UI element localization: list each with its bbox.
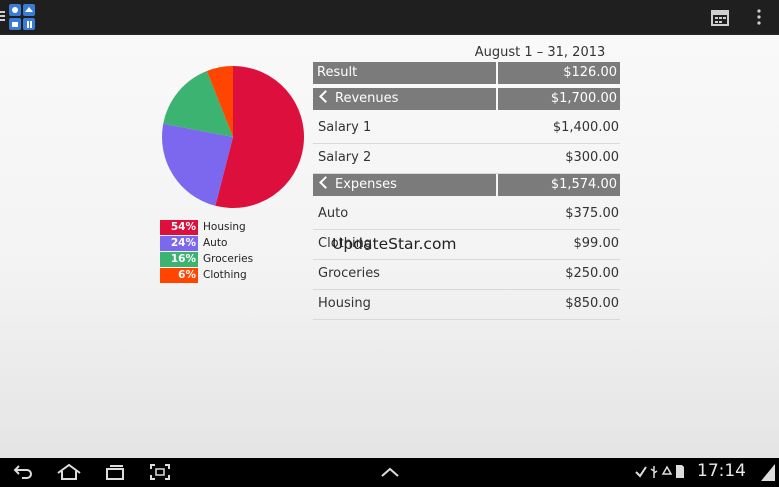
revenue-row[interactable]: Salary 2 $300.00 (313, 144, 620, 174)
chevron-left-icon (319, 90, 332, 103)
legend-item-auto: 24% Auto (160, 235, 253, 251)
recent-apps-icon[interactable] (104, 463, 126, 481)
recycle-icon (661, 465, 673, 475)
legend-label: Groceries (203, 253, 254, 265)
row-label: Housing (318, 296, 371, 311)
watermark: UpdateStar.com (332, 235, 457, 253)
clock: 17:14 (697, 461, 746, 481)
home-icon[interactable] (56, 463, 82, 481)
row-label: Salary 2 (318, 150, 372, 165)
expenses-label: Expenses (335, 177, 397, 192)
legend-item-groceries: 16% Groceries (160, 251, 253, 267)
calendar-icon[interactable] (711, 8, 729, 26)
chevron-left-icon (319, 176, 332, 189)
report-table: Result $126.00 Revenues $1,700.00 Salary… (313, 62, 620, 320)
app-icon[interactable] (8, 3, 36, 31)
row-value: $1,400.00 (552, 120, 619, 135)
row-label: Groceries (318, 266, 380, 281)
row-value: $850.00 (565, 296, 619, 311)
legend-label: Clothing (203, 269, 247, 281)
row-value: $250.00 (565, 266, 619, 281)
row-value: $300.00 (565, 150, 619, 165)
legend-label: Auto (203, 237, 228, 249)
overflow-menu-icon[interactable] (752, 8, 766, 26)
revenues-label: Revenues (335, 91, 399, 106)
expenses-total: $1,574.00 (498, 174, 620, 196)
result-header: Result $126.00 (313, 62, 620, 84)
usb-icon (650, 466, 658, 478)
expense-row[interactable]: Groceries $250.00 (313, 260, 620, 290)
expense-row[interactable]: Housing $850.00 (313, 290, 620, 320)
signal-icon (761, 464, 775, 481)
menu-icon[interactable] (0, 11, 5, 22)
date-range: August 1 – 31, 2013 (474, 45, 606, 60)
system-bar (0, 458, 779, 487)
back-icon[interactable] (12, 463, 34, 481)
revenues-header[interactable]: Revenues $1,700.00 (313, 88, 620, 110)
row-label: Salary 1 (318, 120, 372, 135)
expense-row[interactable]: Auto $375.00 (313, 200, 620, 230)
up-arrow-icon[interactable] (379, 463, 401, 481)
legend-label: Housing (203, 221, 246, 233)
revenues-total: $1,700.00 (498, 88, 620, 110)
legend-percent: 16% (160, 251, 198, 267)
legend-percent: 6% (160, 267, 198, 283)
legend-percent: 24% (160, 235, 198, 251)
sd-card-icon (676, 465, 684, 478)
legend-item-housing: 54% Housing (160, 219, 253, 235)
expenses-pie-chart (162, 66, 304, 208)
result-value: $126.00 (498, 62, 620, 84)
result-label: Result (313, 62, 496, 84)
action-bar (0, 0, 779, 35)
revenue-row[interactable]: Salary 1 $1,400.00 (313, 114, 620, 144)
check-icon (635, 466, 647, 478)
screenshot-icon[interactable] (149, 463, 171, 481)
row-value: $375.00 (565, 206, 619, 221)
expenses-toggle[interactable]: Expenses (313, 174, 496, 196)
legend-percent: 54% (160, 219, 198, 235)
revenues-toggle[interactable]: Revenues (313, 88, 496, 110)
legend-item-clothing: 6% Clothing (160, 267, 253, 283)
pie-legend: 54% Housing 24% Auto 16% Groceries 6% Cl… (160, 219, 253, 283)
row-value: $99.00 (573, 236, 620, 251)
expenses-header[interactable]: Expenses $1,574.00 (313, 174, 620, 196)
row-label: Auto (318, 206, 349, 221)
